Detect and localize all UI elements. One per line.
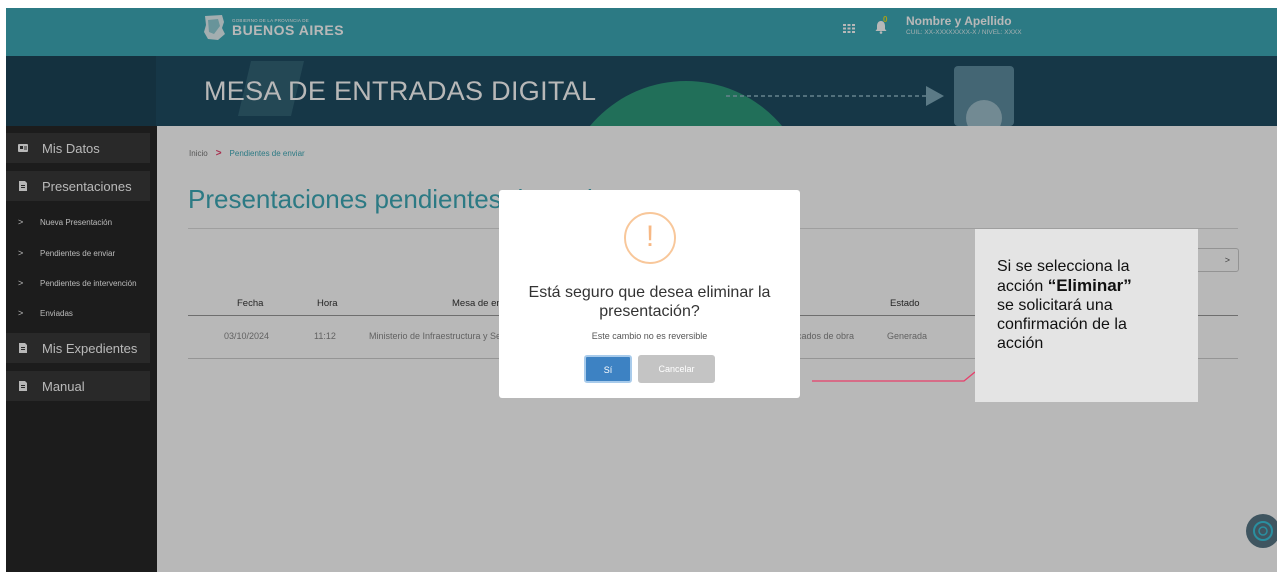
callout-line2-bold: “Eliminar” [1047, 276, 1132, 295]
cancel-button[interactable]: Cancelar [638, 355, 715, 383]
callout-line1: Si se selecciona la [997, 258, 1130, 275]
callout-line4: confirmación de la [997, 316, 1127, 333]
help-icon [1253, 521, 1273, 541]
annotation-callout: Si se selecciona la acción “Eliminar” se… [975, 229, 1198, 402]
dialog-question: Está seguro que desea eliminar la presen… [499, 283, 800, 321]
callout-line3: se solicitará una [997, 297, 1113, 314]
app-window: GOBIERNO DE LA PROVINCIA DE BUENOS AIRES… [6, 8, 1277, 572]
callout-pointer-line [812, 371, 976, 382]
help-button[interactable] [1246, 514, 1277, 548]
callout-line5: acción [997, 335, 1044, 352]
warning-icon: ! [624, 212, 676, 264]
warning-symbol: ! [645, 220, 655, 253]
callout-line2-pre: acción [997, 278, 1048, 295]
delete-confirmation-dialog: ! Está seguro que desea eliminar la pres… [499, 190, 800, 398]
dialog-question-line2: presentación? [599, 303, 700, 320]
dialog-question-line1: Está seguro que desea eliminar la [528, 284, 771, 301]
confirm-button[interactable]: Sí [584, 355, 632, 383]
dialog-subtitle: Este cambio no es reversible [591, 331, 708, 341]
